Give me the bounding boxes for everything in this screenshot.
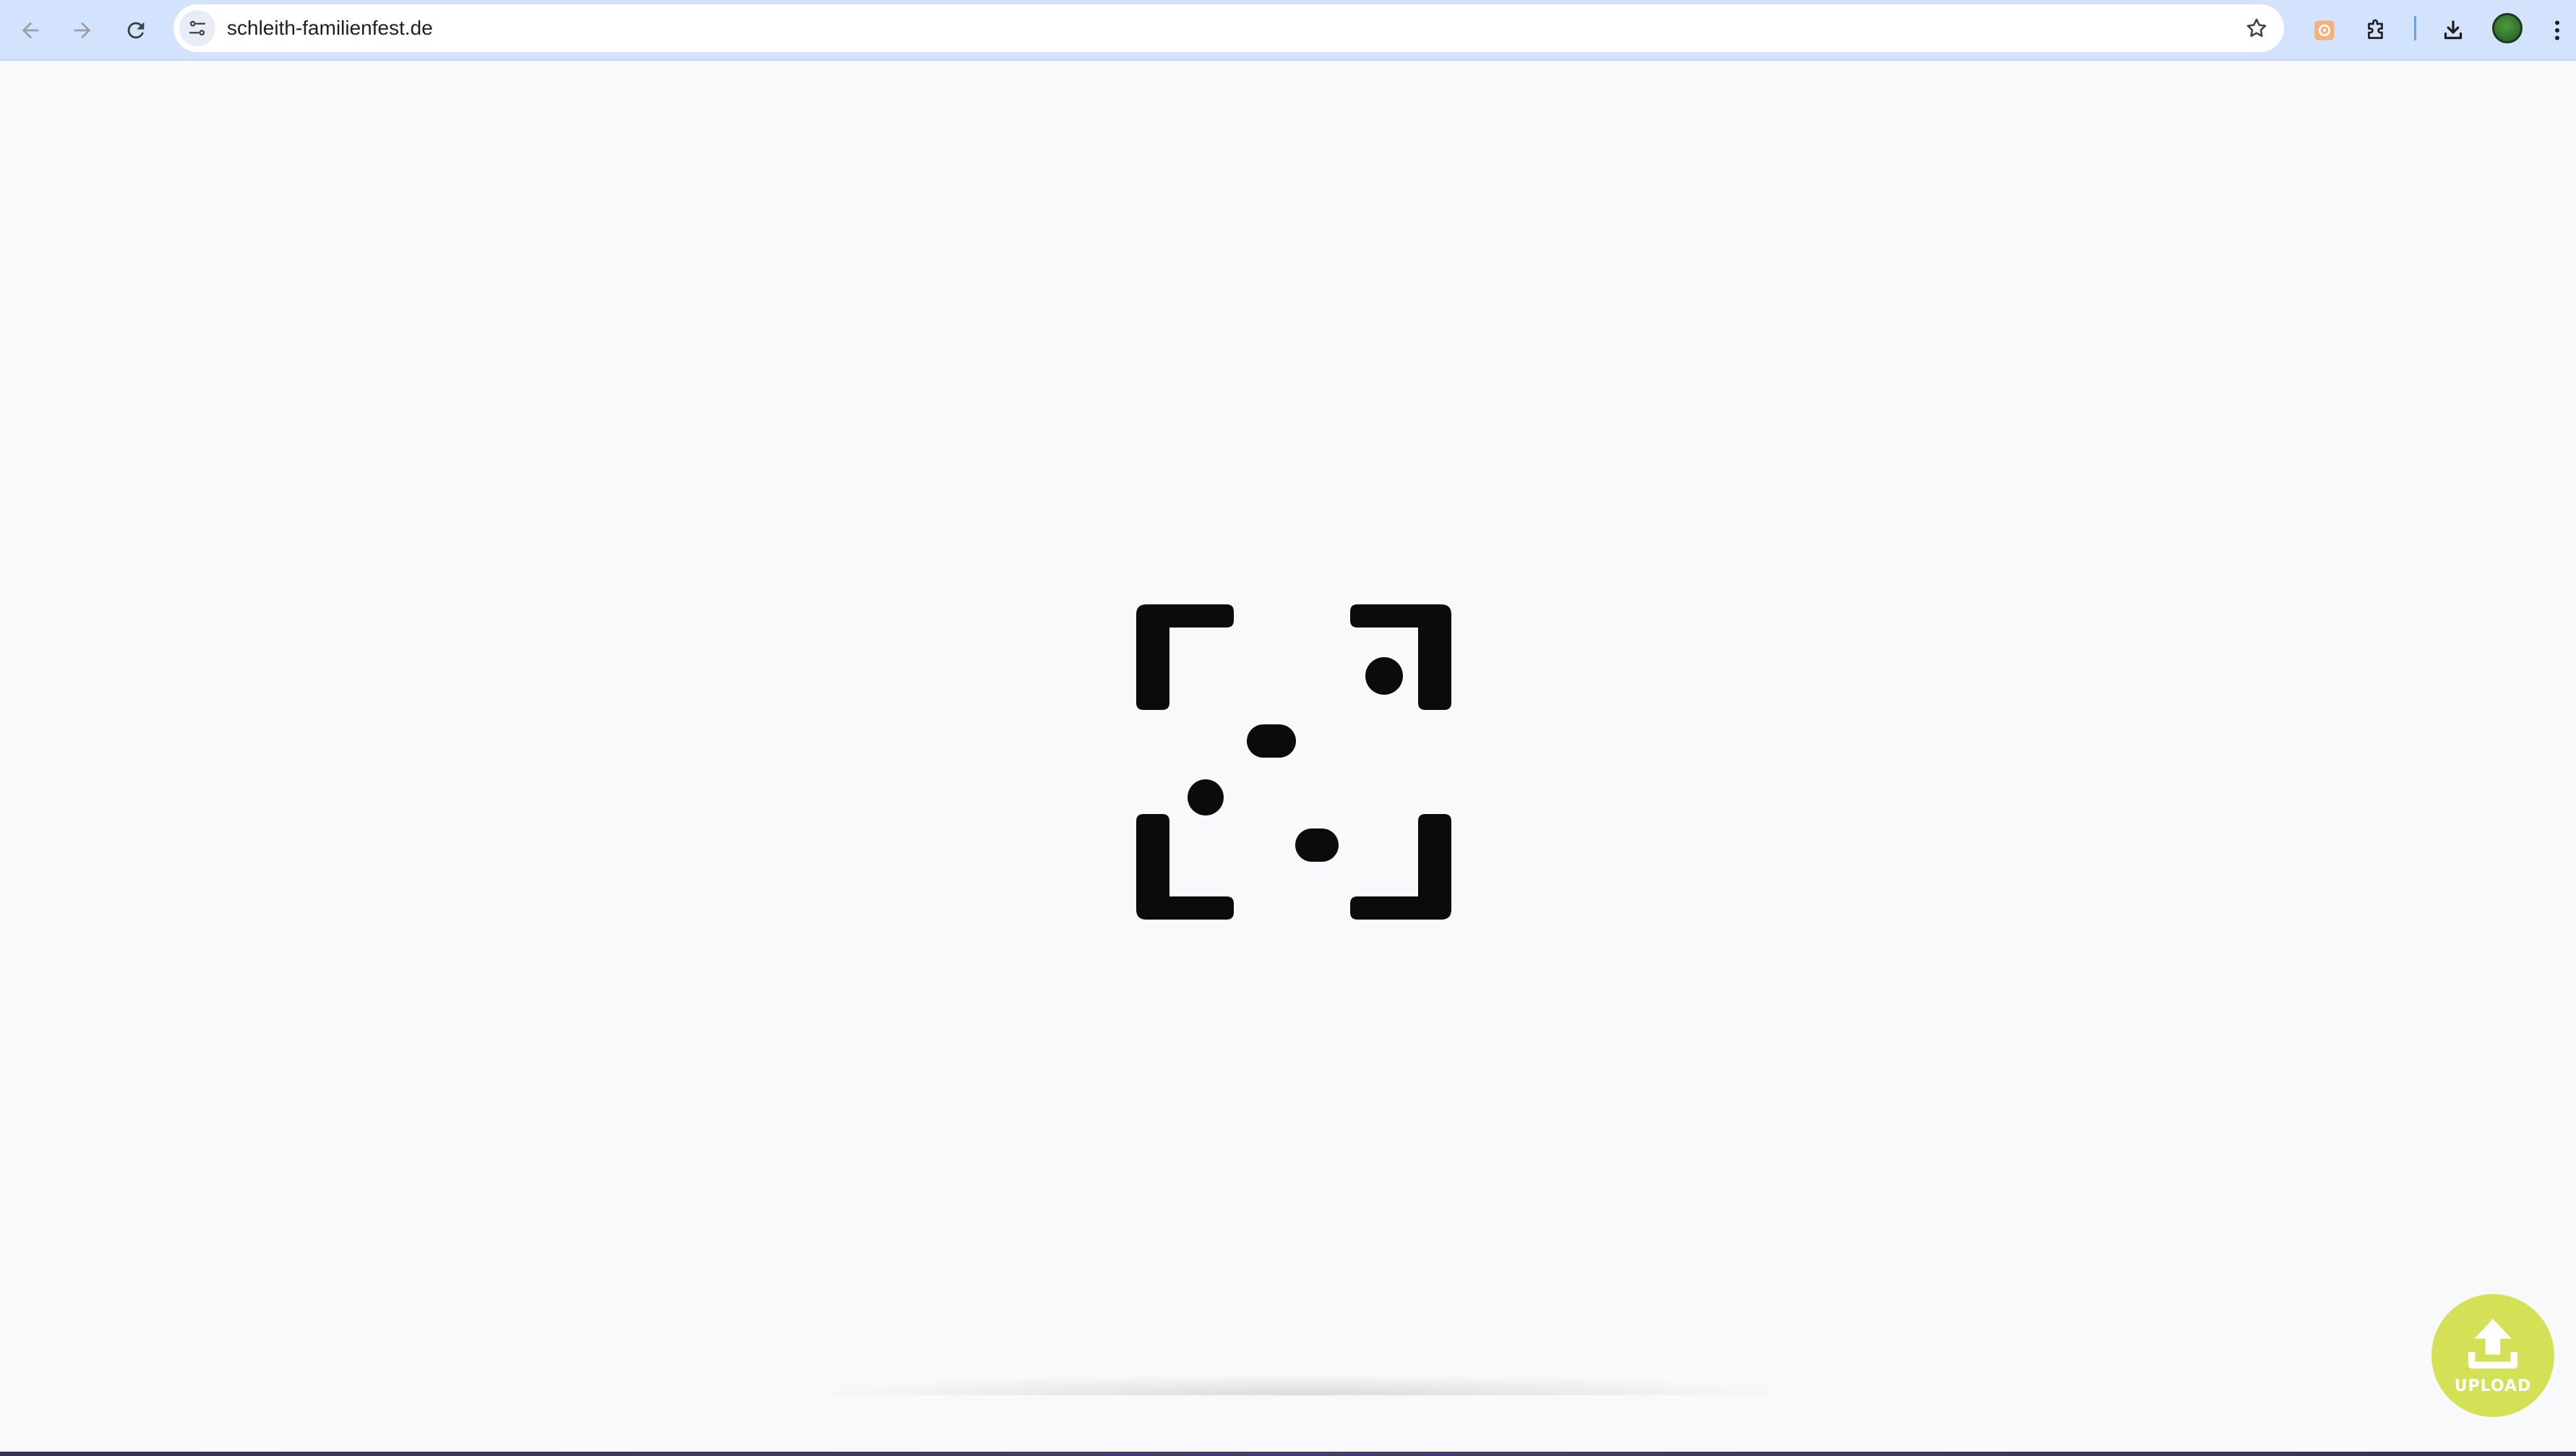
reload-button[interactable] (116, 10, 156, 51)
puzzle-icon (2368, 19, 2383, 39)
page-content: UPLOAD (0, 61, 2576, 1456)
extension-button[interactable] (2306, 12, 2343, 49)
tune-icon (189, 20, 206, 36)
upload-button[interactable]: UPLOAD (2431, 1294, 2554, 1417)
url-text[interactable]: schleith-familienfest.de (227, 4, 433, 52)
download-icon (2444, 20, 2463, 40)
upload-arrow-icon (2468, 1318, 2518, 1369)
download-button[interactable] (2434, 12, 2472, 49)
toolbar-divider (2414, 16, 2416, 40)
address-bar[interactable]: schleith-familienfest.de (173, 4, 2284, 52)
kebab-menu-icon (2555, 20, 2559, 40)
window-bottom-edge (0, 1452, 2576, 1456)
arrow-left-icon (22, 22, 39, 39)
extension-badge-icon (2314, 20, 2335, 40)
extensions-menu-button[interactable] (2358, 12, 2395, 49)
reload-icon (127, 22, 145, 39)
bookmark-button[interactable] (2239, 11, 2274, 46)
avatar[interactable] (2492, 13, 2523, 43)
arrow-right-icon (74, 22, 91, 39)
bottom-shadow (781, 1374, 1821, 1395)
forward-button[interactable] (62, 10, 103, 51)
site-info-button[interactable] (179, 10, 215, 46)
back-button[interactable] (10, 10, 51, 51)
browser-toolbar: schleith-familienfest.de (0, 0, 2576, 61)
upload-label: UPLOAD (2454, 1376, 2532, 1395)
star-icon (2246, 18, 2267, 38)
browser-menu-button[interactable] (2543, 12, 2572, 49)
scan-frame-logo-icon (1136, 604, 1451, 920)
